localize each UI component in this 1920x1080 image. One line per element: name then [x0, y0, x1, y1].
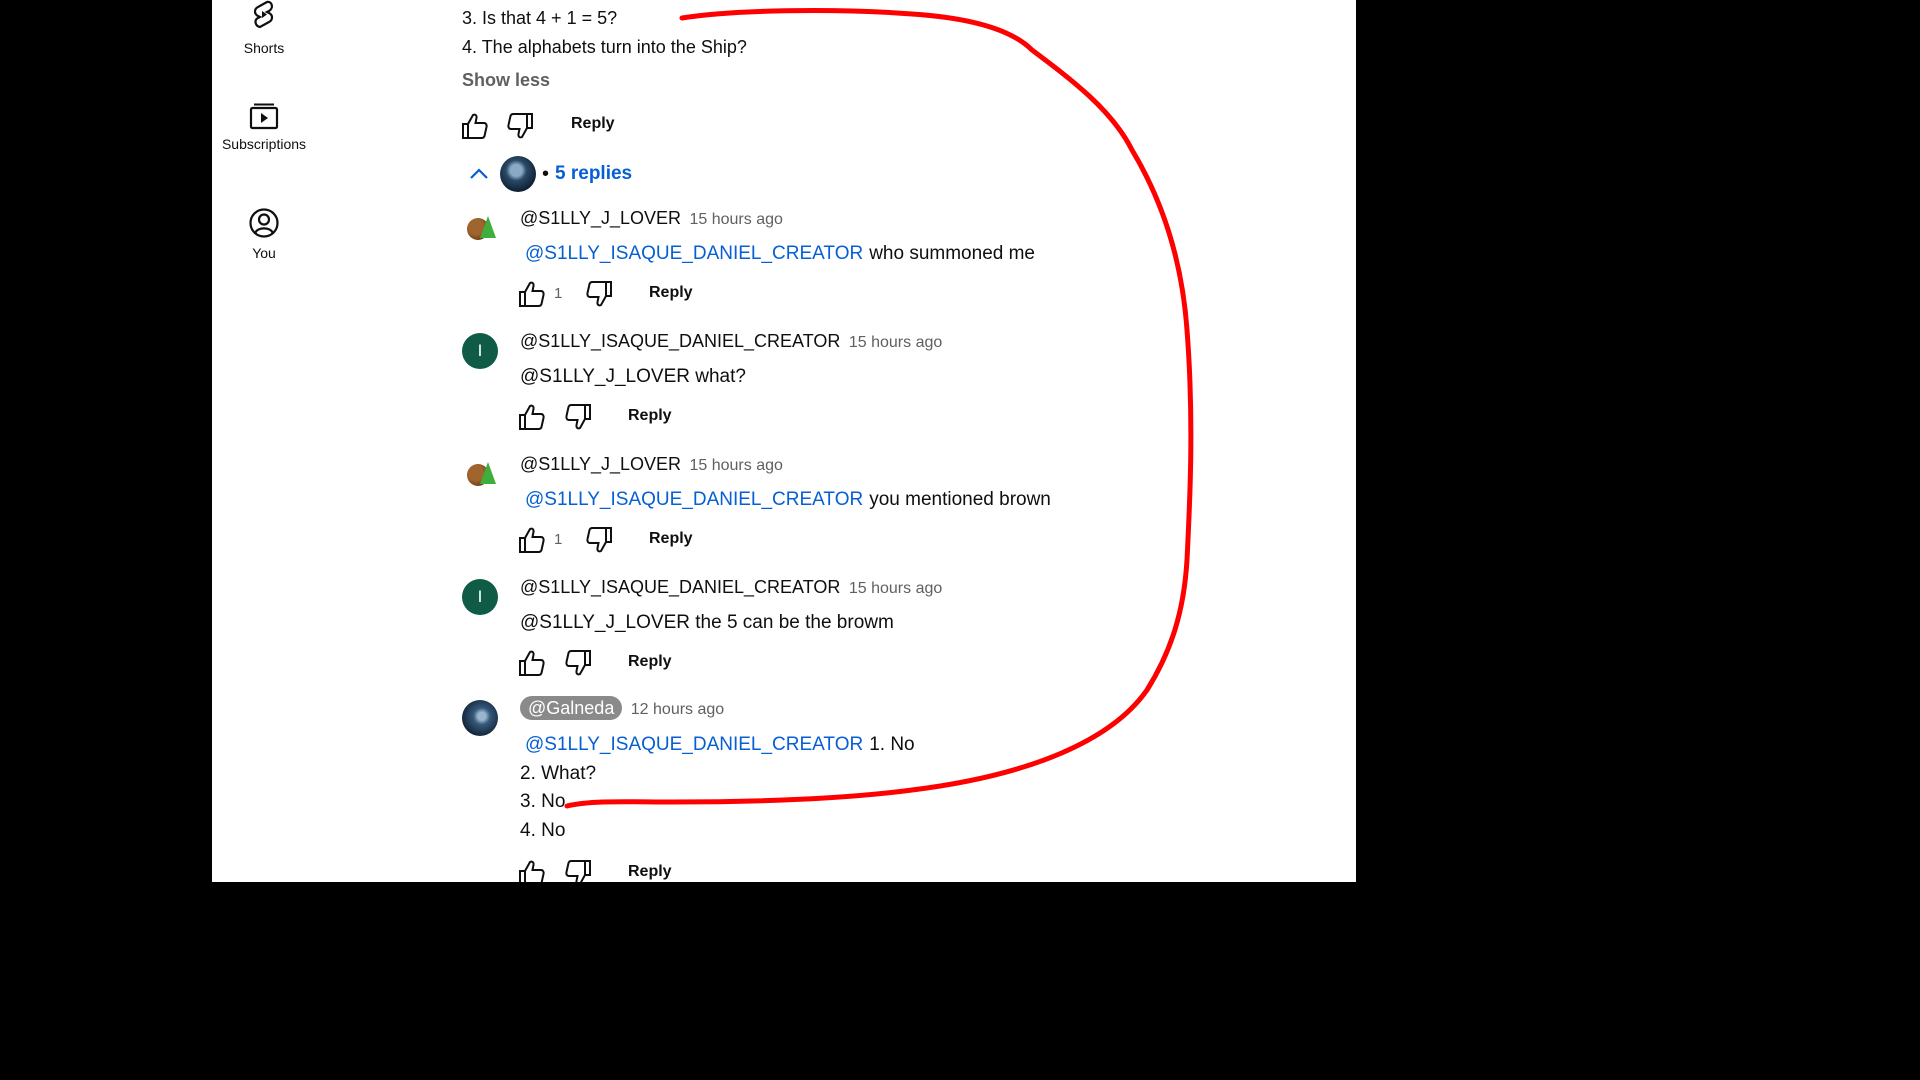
red-annotation-stroke	[564, 8, 1194, 809]
youtube-comments-screen: Shorts Subscriptions You 3. Is that 4 + …	[212, 0, 1356, 882]
